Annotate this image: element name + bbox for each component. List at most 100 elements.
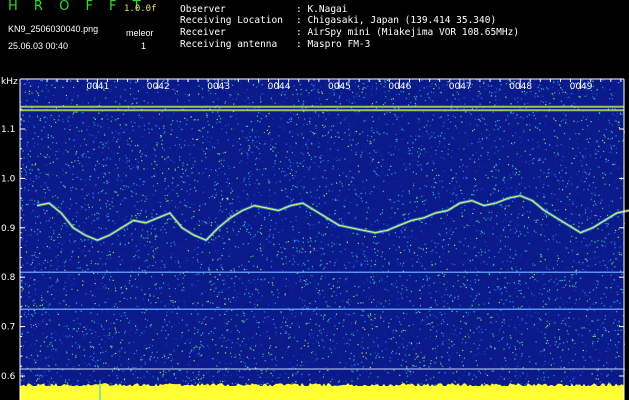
noise-speckle bbox=[325, 193, 328, 195]
noise-speckle bbox=[231, 202, 233, 204]
noise-speckle bbox=[37, 96, 39, 98]
noise-speckle bbox=[292, 113, 294, 115]
noise-speckle bbox=[213, 283, 215, 285]
noise-speckle bbox=[457, 274, 459, 277]
noise-speckle bbox=[418, 165, 420, 167]
noise-speckle bbox=[183, 289, 185, 291]
noise-speckle bbox=[317, 137, 319, 139]
noise-speckle bbox=[556, 137, 559, 139]
noise-speckle bbox=[23, 314, 25, 316]
noise-speckle bbox=[512, 297, 514, 299]
noise-speckle bbox=[322, 124, 324, 126]
noise-speckle bbox=[185, 168, 187, 170]
noise-speckle bbox=[160, 136, 162, 138]
noise-speckle bbox=[512, 219, 514, 221]
noise-speckle bbox=[419, 305, 422, 307]
noise-speckle bbox=[604, 136, 606, 138]
noise-speckle bbox=[149, 358, 151, 360]
noise-speckle bbox=[613, 279, 615, 281]
noise-speckle bbox=[518, 174, 520, 176]
noise-speckle bbox=[210, 137, 213, 139]
noise-speckle bbox=[263, 311, 265, 313]
noise-speckle bbox=[23, 214, 25, 216]
noise-speckle bbox=[64, 381, 66, 383]
noise-speckle bbox=[480, 155, 482, 157]
noise-speckle bbox=[263, 93, 265, 95]
noise-speckle bbox=[168, 100, 171, 102]
noise-speckle bbox=[242, 190, 245, 192]
noise-speckle bbox=[337, 195, 339, 197]
noise-speckle bbox=[197, 313, 199, 315]
noise-speckle bbox=[163, 127, 165, 129]
noise-speckle bbox=[422, 278, 424, 280]
noise-speckle bbox=[523, 234, 525, 236]
noise-speckle bbox=[51, 337, 53, 339]
noise-speckle bbox=[586, 252, 589, 255]
noise-speckle bbox=[75, 202, 77, 204]
noise-speckle bbox=[383, 223, 385, 225]
noise-speckle bbox=[323, 253, 325, 255]
noise-speckle bbox=[182, 380, 184, 382]
noise-speckle bbox=[292, 258, 294, 260]
noise-speckle bbox=[586, 173, 588, 175]
noise-speckle bbox=[397, 348, 399, 350]
noise-speckle bbox=[401, 159, 403, 161]
noise-speckle bbox=[152, 339, 154, 341]
noise-speckle bbox=[599, 113, 601, 115]
noise-speckle bbox=[301, 133, 303, 135]
noise-speckle bbox=[562, 279, 564, 281]
noise-speckle bbox=[515, 287, 517, 289]
noise-speckle bbox=[232, 229, 235, 232]
noise-speckle bbox=[403, 214, 405, 216]
noise-speckle bbox=[450, 156, 452, 158]
noise-speckle bbox=[25, 251, 28, 253]
noise-speckle bbox=[460, 103, 462, 105]
noise-speckle bbox=[31, 229, 33, 231]
noise-speckle bbox=[125, 185, 128, 187]
noise-speckle bbox=[171, 252, 174, 254]
noise-speckle bbox=[481, 331, 483, 333]
noise-speckle bbox=[220, 118, 222, 120]
noise-speckle bbox=[575, 286, 577, 288]
noise-speckle bbox=[24, 187, 26, 189]
noise-speckle bbox=[292, 177, 294, 179]
noise-speckle bbox=[252, 95, 254, 97]
noise-speckle bbox=[553, 152, 555, 154]
noise-speckle bbox=[328, 319, 330, 321]
noise-speckle bbox=[525, 322, 527, 324]
noise-speckle bbox=[64, 223, 66, 225]
noise-speckle bbox=[427, 93, 429, 95]
noise-speckle bbox=[327, 356, 330, 358]
noise-speckle bbox=[554, 342, 556, 344]
noise-speckle bbox=[502, 228, 504, 230]
noise-speckle bbox=[169, 353, 171, 355]
noise-speckle bbox=[488, 209, 490, 211]
noise-speckle bbox=[591, 93, 593, 95]
noise-speckle bbox=[425, 185, 428, 187]
noise-speckle bbox=[573, 129, 575, 131]
noise-speckle bbox=[528, 243, 530, 245]
noise-speckle bbox=[218, 291, 220, 293]
noise-speckle bbox=[347, 212, 349, 215]
noise-speckle bbox=[538, 84, 540, 86]
noise-speckle bbox=[85, 178, 88, 180]
noise-speckle bbox=[84, 222, 86, 224]
noise-speckle bbox=[555, 284, 557, 286]
noise-speckle bbox=[273, 323, 275, 325]
noise-speckle bbox=[395, 280, 398, 282]
noise-speckle bbox=[308, 167, 310, 169]
noise-speckle bbox=[424, 99, 426, 102]
noise-speckle bbox=[479, 120, 482, 122]
noise-speckle bbox=[283, 277, 285, 279]
noise-speckle bbox=[552, 235, 554, 237]
noise-speckle bbox=[162, 226, 164, 228]
noise-speckle bbox=[370, 353, 372, 355]
noise-speckle bbox=[472, 355, 474, 357]
noise-speckle bbox=[310, 90, 313, 92]
noise-speckle bbox=[386, 133, 388, 135]
noise-speckle bbox=[239, 226, 241, 228]
noise-speckle bbox=[227, 197, 229, 199]
noise-speckle bbox=[479, 372, 482, 374]
noise-speckle bbox=[203, 375, 205, 377]
noise-speckle bbox=[317, 283, 319, 285]
